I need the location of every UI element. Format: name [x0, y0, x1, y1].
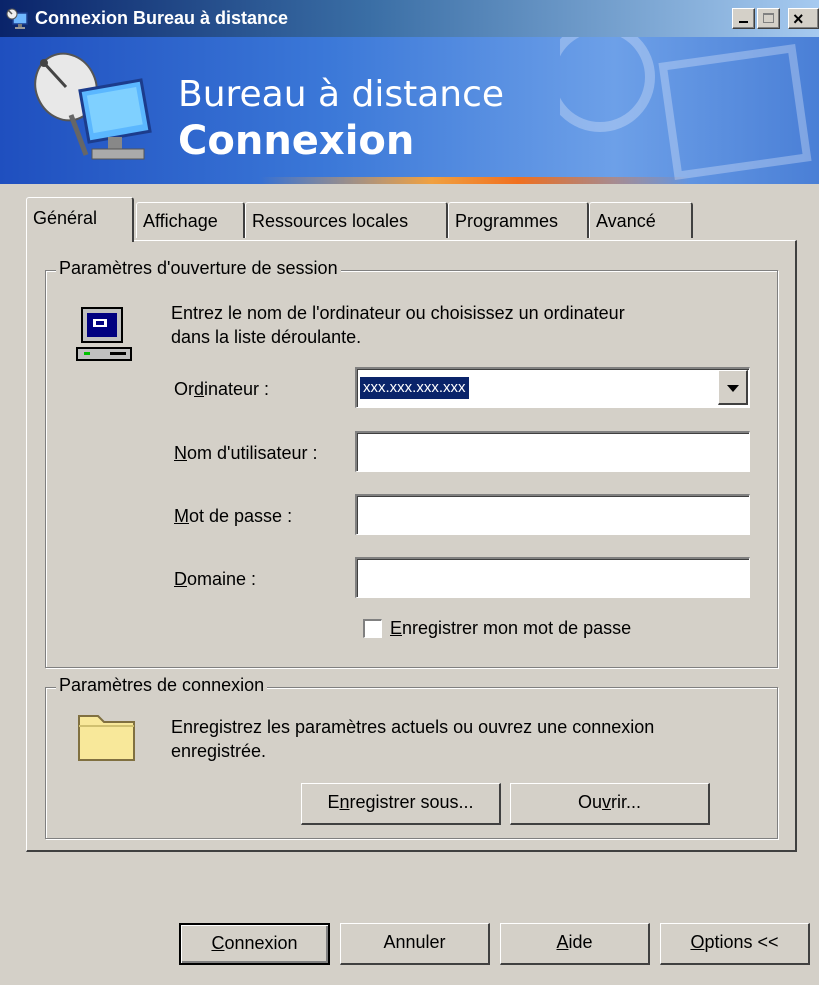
connection-settings-legend: Paramètres de connexion [56, 675, 268, 696]
satellite-dish-icon [34, 52, 152, 160]
connection-settings-group: Paramètres de connexion Enregistrez les … [45, 675, 778, 839]
logon-description-line1: Entrez le nom de l'ordinateur ou choisis… [171, 303, 625, 323]
remote-desktop-icon [6, 8, 28, 29]
tab-label: Affichage [143, 211, 218, 231]
close-button[interactable]: × [788, 8, 819, 29]
computer-value: xxx.xxx.xxx.xxx [360, 377, 469, 399]
connection-description-line1: Enregistrez les paramètres actuels ou ou… [171, 717, 655, 737]
username-field[interactable] [355, 431, 750, 472]
tab-label: Avancé [596, 211, 656, 231]
tab-panel-general: Paramètres d'ouverture de session Entrez… [26, 240, 797, 852]
banner: Bureau à distance Connexion [0, 37, 819, 184]
domain-label: Domaine : [174, 569, 257, 589]
logon-description-line2: dans la liste déroulante. [171, 327, 362, 347]
tab-affichage[interactable]: Affichage [136, 202, 245, 238]
close-icon: × [793, 9, 804, 29]
banner-title-line1: Bureau à distance [178, 74, 505, 115]
cancel-button[interactable]: Annuler [340, 923, 490, 965]
computer-icon [76, 307, 132, 361]
banner-title-line2: Connexion [178, 118, 415, 164]
save-password-checkbox[interactable] [363, 619, 382, 638]
maximize-icon [763, 13, 774, 23]
logon-settings-group: Paramètres d'ouverture de session Entrez… [45, 258, 778, 668]
computer-label: Ordinateur : [174, 379, 270, 399]
cancel-label: Annuler [383, 932, 446, 952]
logon-settings-legend: Paramètres d'ouverture de session [56, 258, 341, 279]
banner-accent-line [260, 177, 690, 184]
password-field[interactable] [355, 494, 750, 535]
minimize-icon [739, 21, 748, 23]
connect-button[interactable]: Connexion [179, 923, 330, 965]
domain-field[interactable] [355, 557, 750, 598]
tab-programmes[interactable]: Programmes [448, 202, 589, 238]
username-label: Nom d'utilisateur : [174, 443, 318, 463]
folder-icon [78, 715, 135, 761]
options-button[interactable]: Options << [660, 923, 810, 965]
banner-decoration-icon [560, 37, 812, 181]
password-label: Mot de passe : [174, 506, 293, 526]
help-button[interactable]: Aide [500, 923, 650, 965]
tab-label: Programmes [455, 211, 559, 231]
title-bar[interactable]: Connexion Bureau à distance × [0, 0, 819, 38]
minimize-button[interactable] [732, 8, 755, 29]
maximize-button[interactable] [757, 8, 780, 29]
tab-label: Ressources locales [252, 211, 409, 231]
save-as-button[interactable]: Enregistrer sous... [301, 783, 501, 825]
tab-ressources-locales[interactable]: Ressources locales [245, 202, 448, 238]
save-password-label[interactable]: Enregistrer mon mot de passe [390, 617, 631, 639]
open-button[interactable]: Ouvrir... [510, 783, 710, 825]
chevron-down-icon [727, 385, 739, 392]
window-title: Connexion Bureau à distance [35, 8, 289, 28]
tab-avance[interactable]: Avancé [589, 202, 693, 238]
computer-dropdown-button[interactable] [718, 370, 748, 405]
tab-general[interactable]: Général [26, 197, 134, 242]
tab-label: Général [33, 208, 98, 228]
connection-description-line2: enregistrée. [171, 741, 267, 761]
computer-combobox[interactable]: xxx.xxx.xxx.xxx [355, 367, 750, 408]
